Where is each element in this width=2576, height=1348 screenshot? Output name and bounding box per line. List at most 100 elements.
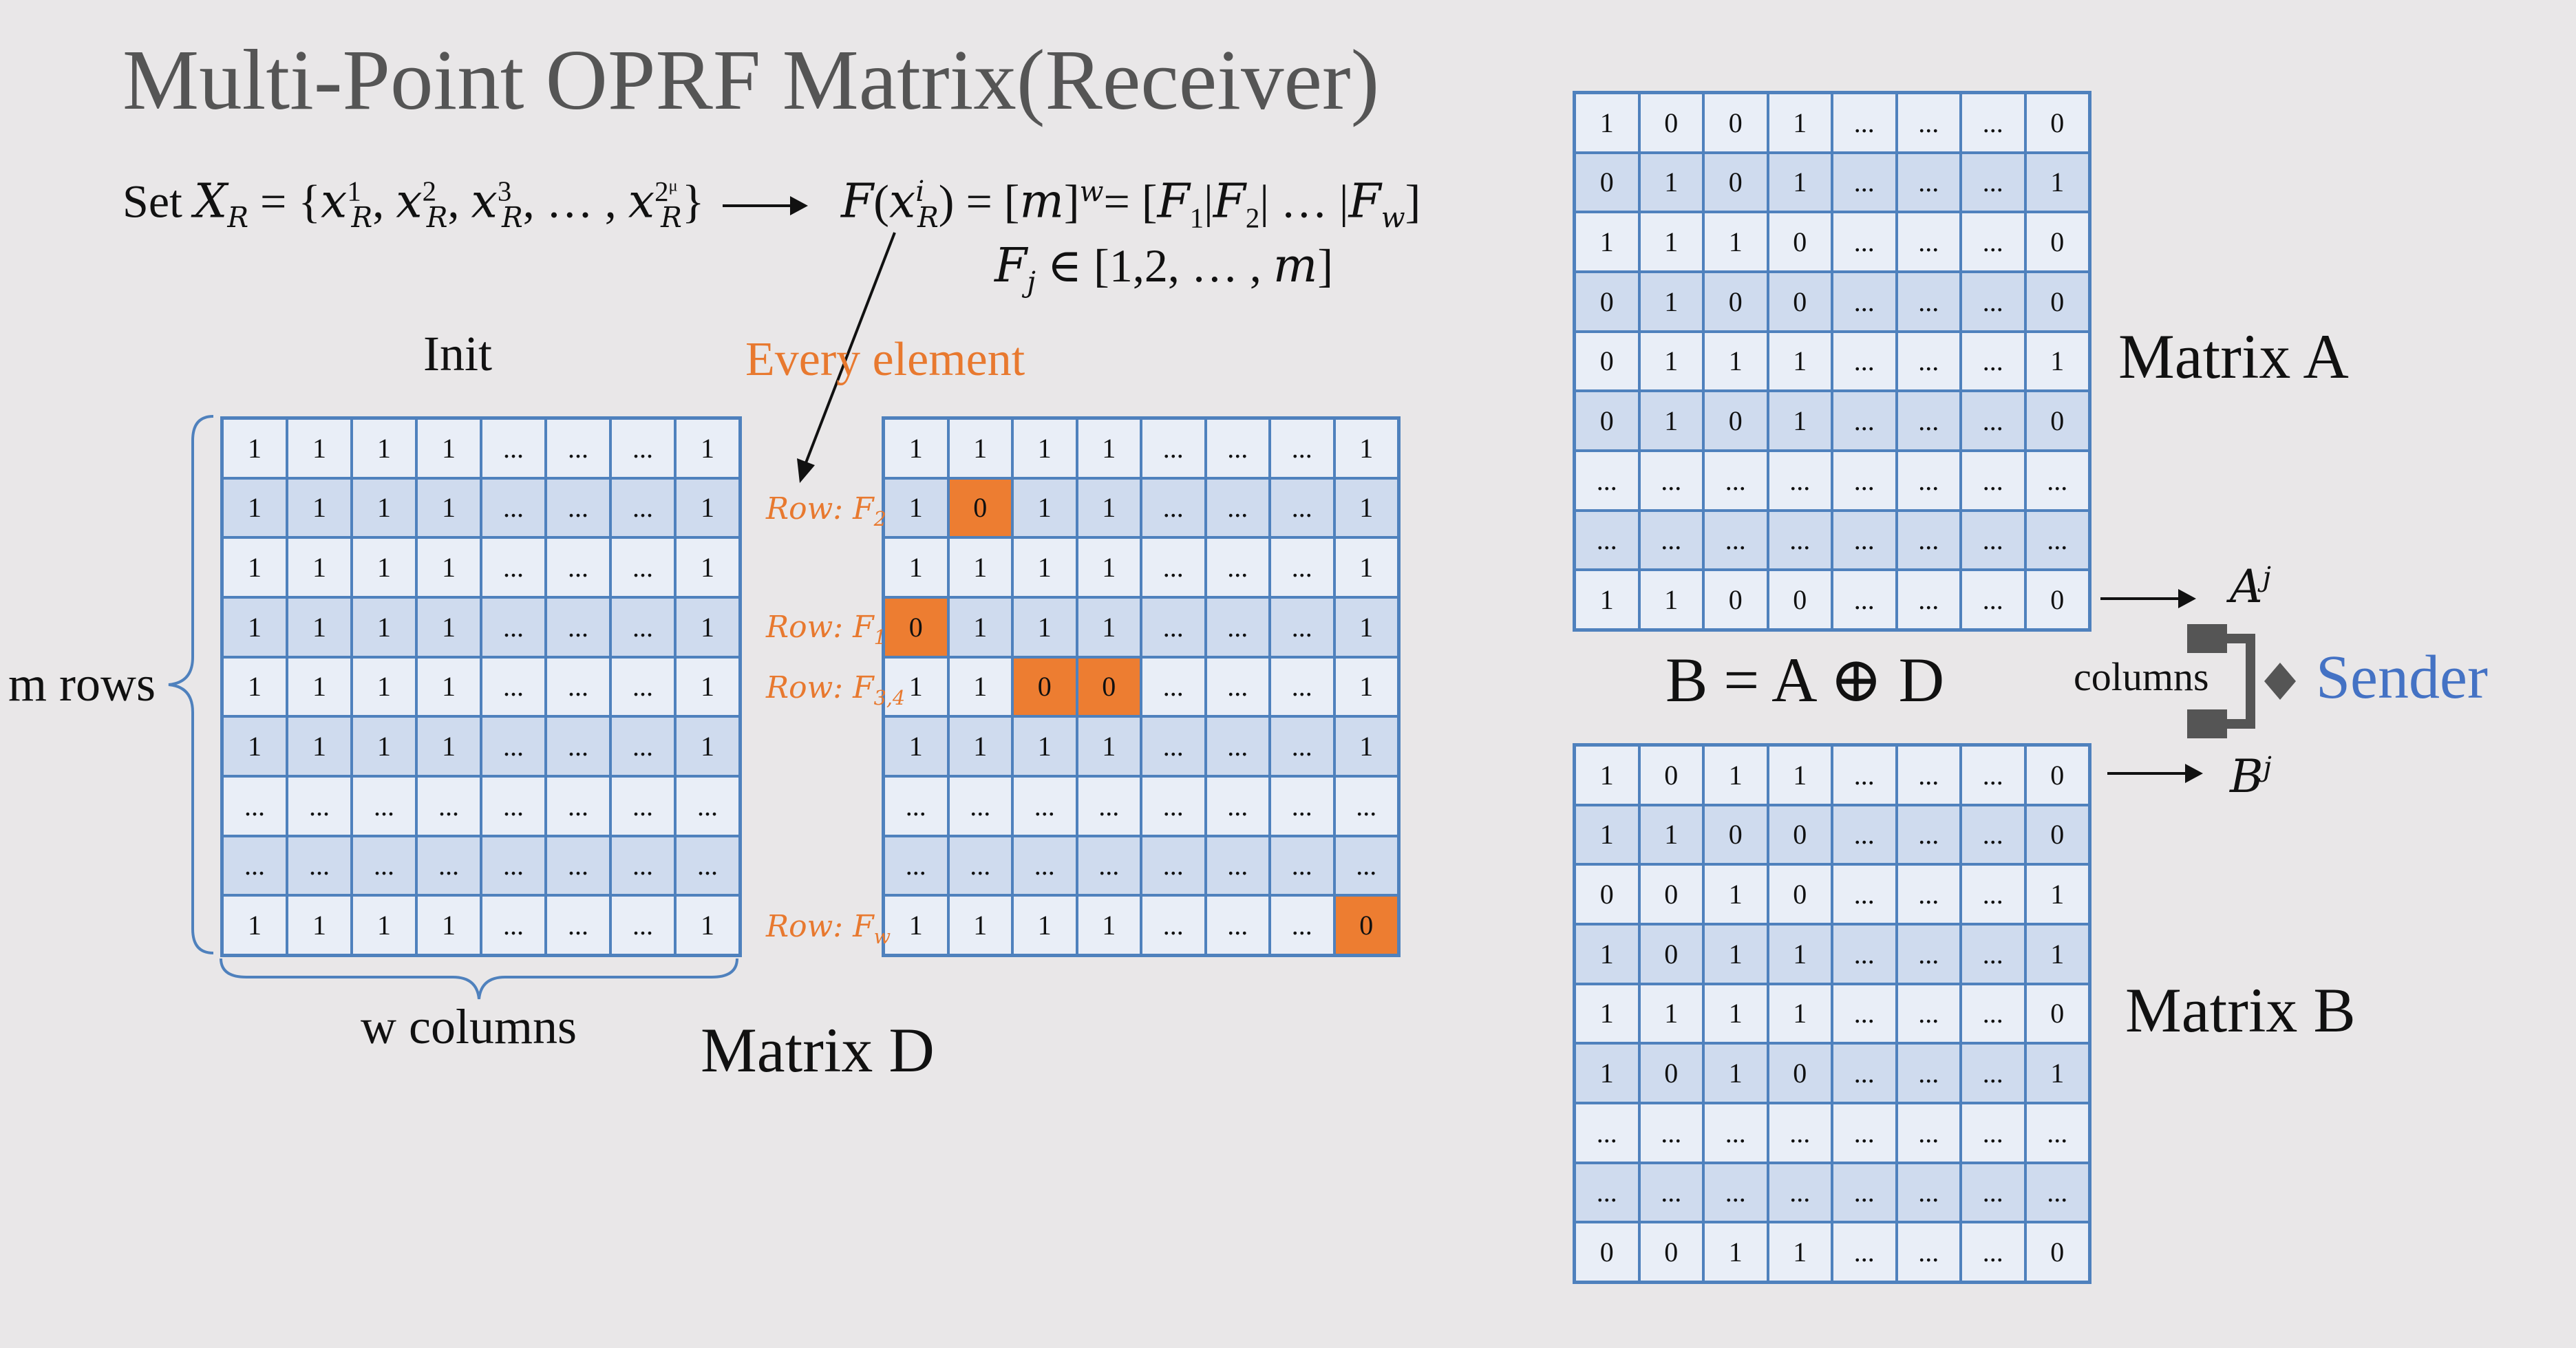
init-cell: 1 (416, 597, 481, 657)
b-cell: ... (1832, 804, 1897, 865)
a-cell: 0 (2025, 391, 2089, 451)
a-cell: ... (1896, 450, 1961, 511)
b-cell: ... (1896, 923, 1961, 984)
d-cell: 1 (1012, 478, 1077, 538)
d-cell: ... (1141, 478, 1206, 538)
b-cell: 0 (1639, 923, 1703, 984)
a-cell: 0 (1767, 271, 1832, 332)
a-cell: 1 (1639, 152, 1703, 213)
b-cell: 1 (1767, 923, 1832, 984)
init-cell: ... (610, 478, 675, 538)
init-cell: 1 (352, 537, 416, 597)
m-rows-brace (168, 415, 214, 954)
d-cell: 1 (884, 478, 948, 538)
w-columns-brace (220, 958, 738, 1000)
init-cell: 1 (222, 537, 287, 597)
init-cell: 1 (675, 418, 740, 478)
a-cell: ... (1961, 331, 2025, 392)
m-rows-label: m rows (8, 656, 156, 712)
a-cell: ... (1832, 391, 1897, 451)
d-cell: ... (1270, 478, 1334, 538)
a-cell: ... (1896, 212, 1961, 272)
init-cell: 1 (287, 895, 352, 955)
a-cell: 1 (1639, 331, 1703, 392)
row-label-f34: Row: F3,4 (766, 670, 906, 709)
a-cell: ... (1832, 93, 1897, 153)
a-cell: 0 (1703, 391, 1768, 451)
init-cell: ... (352, 775, 416, 836)
b-cell: ... (1703, 1162, 1768, 1223)
init-cell: 1 (416, 537, 481, 597)
init-cell: ... (546, 418, 610, 478)
d-cell: 1 (1076, 895, 1141, 955)
a-cell: ... (1639, 450, 1703, 511)
a-cell: ... (1639, 510, 1703, 570)
a-cell: 1 (1703, 212, 1768, 272)
a-cell: 0 (1767, 570, 1832, 630)
init-cell: ... (481, 656, 546, 717)
b-cell: 0 (1767, 864, 1832, 924)
a-cell: 0 (1703, 271, 1768, 332)
init-cell: ... (416, 775, 481, 836)
d-cell: 0 (884, 597, 948, 657)
init-cell: ... (481, 716, 546, 776)
init-cell: 1 (675, 716, 740, 776)
init-cell: 1 (222, 418, 287, 478)
b-cell: 1 (1767, 1222, 1832, 1282)
a-cell: ... (1961, 570, 2025, 630)
d-cell: ... (1076, 835, 1141, 896)
init-matrix: 1 1 1 1......... 1 1 1 1 1......... 1 1 1 1 1........… (220, 416, 742, 957)
init-cell: ... (352, 835, 416, 896)
b-cell: ... (1961, 1043, 2025, 1103)
b-cell: ... (1832, 1102, 1897, 1163)
b-cell: ... (1896, 804, 1961, 865)
b-cell: ... (1896, 1162, 1961, 1223)
d-cell: ... (1141, 895, 1206, 955)
d-cell: 0 (1076, 656, 1141, 717)
a-cell: ... (1961, 152, 2025, 213)
page-title: Multi-Point OPRF Matrix(Receiver) (123, 33, 1380, 128)
b-cell: 1 (1639, 983, 1703, 1044)
d-cell: 1 (948, 597, 1012, 657)
d-cell: 1 (1012, 597, 1077, 657)
a-cell: 1 (1767, 93, 1832, 153)
a-cell: 1 (1639, 271, 1703, 332)
init-cell: ... (481, 418, 546, 478)
d-cell: ... (1141, 775, 1206, 836)
init-cell: ... (546, 895, 610, 955)
b-cell: 1 (1703, 745, 1768, 805)
d-cell: ... (1205, 537, 1270, 597)
a-cell: ... (1896, 510, 1961, 570)
b-cell: ... (1896, 1222, 1961, 1282)
init-cell: 1 (416, 418, 481, 478)
d-cell: ... (1334, 775, 1398, 836)
d-cell: ... (1334, 835, 1398, 896)
d-cell: 1 (948, 418, 1012, 478)
b-cell: 0 (2025, 804, 2089, 865)
a-cell: ... (2025, 510, 2089, 570)
b-cell: ... (1961, 1102, 2025, 1163)
init-cell: ... (546, 597, 610, 657)
d-cell: ... (1012, 835, 1077, 896)
a-cell: 1 (1639, 570, 1703, 630)
d-cell: 1 (948, 895, 1012, 955)
init-cell: ... (222, 835, 287, 896)
b-cell: 0 (1767, 1043, 1832, 1103)
b-cell: 1 (1767, 745, 1832, 805)
matrix-a: 1 0 0 1......... 0 0 1 0 1......... 1 1 1 1 0........… (1573, 91, 2091, 632)
init-cell: ... (481, 597, 546, 657)
b-cell: 1 (2025, 1043, 2089, 1103)
init-cell: 1 (222, 597, 287, 657)
a-cell: ... (1961, 450, 2025, 511)
a-cell: ... (1832, 331, 1897, 392)
b-cell: ... (1832, 983, 1897, 1044)
init-cell: ... (610, 656, 675, 717)
init-cell: ... (546, 835, 610, 896)
a-cell: 1 (1575, 212, 1639, 272)
a-cell: 0 (1703, 93, 1768, 153)
b-cell: 0 (1767, 804, 1832, 865)
init-cell: 1 (352, 656, 416, 717)
b-cell: 0 (1575, 864, 1639, 924)
a-cell: ... (1961, 212, 2025, 272)
b-cell: 0 (1639, 1043, 1703, 1103)
